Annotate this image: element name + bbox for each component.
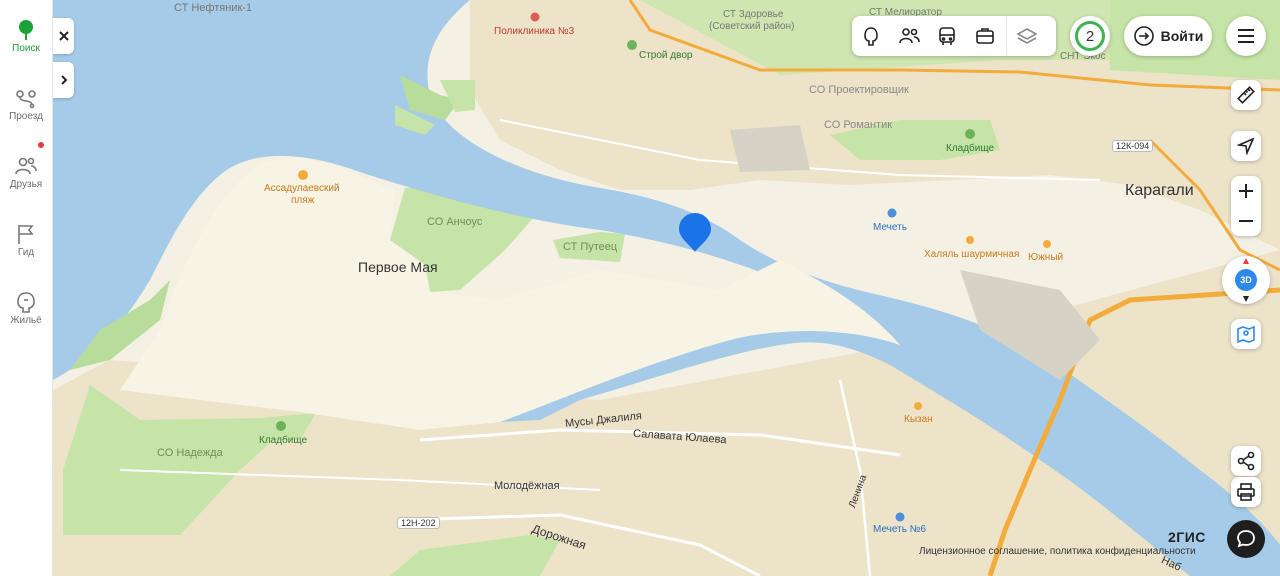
notifications-badge[interactable]: 2 — [1070, 16, 1110, 56]
sidebar-item-housing[interactable]: Жильё — [0, 290, 52, 326]
map-label: Строй двор — [639, 50, 693, 61]
map-label: СТ Здоровье — [723, 9, 784, 20]
3d-label: 3D — [1235, 269, 1257, 291]
compass-3d-button[interactable]: 3D — [1222, 256, 1270, 304]
chevron-right-icon — [60, 75, 67, 85]
share-button[interactable] — [1231, 446, 1261, 476]
navigation-arrow-icon — [1237, 137, 1255, 155]
attractions-button[interactable] — [852, 16, 890, 56]
flag-icon — [18, 225, 34, 244]
sidebar-item-friends[interactable]: Друзья — [0, 154, 52, 190]
business-button[interactable] — [966, 16, 1004, 56]
category-toolbar — [852, 16, 1056, 56]
notification-dot — [38, 142, 44, 148]
sidebar: Поиск Проезд Друзья Гид Жильё — [0, 0, 53, 576]
map-label: СО Проектировщик — [809, 84, 909, 96]
map-label: 12Н-202 — [397, 517, 440, 529]
map-label: (Советский район) — [709, 21, 795, 32]
hamburger-icon — [1238, 29, 1254, 43]
printer-icon — [1237, 483, 1255, 501]
map-label: Мечеть — [873, 222, 907, 233]
close-panel-button[interactable] — [53, 18, 74, 54]
close-icon — [58, 31, 69, 41]
sidebar-item-search[interactable]: Поиск — [0, 18, 52, 54]
map-label: 12К-094 — [1112, 140, 1154, 152]
sidebar-item-label: Гид — [17, 247, 35, 258]
minus-icon — [1239, 220, 1253, 222]
sidebar-item-label: Поиск — [12, 43, 40, 54]
sidebar-item-label: Проезд — [9, 111, 43, 122]
bookmarks-button[interactable] — [1231, 319, 1261, 349]
map-label: СТ Путеец — [563, 241, 618, 253]
map-label: СО Романтик — [824, 119, 893, 131]
map-label: Кладбище — [259, 435, 308, 446]
layers-icon — [1016, 28, 1038, 44]
map-label: Карагали — [1125, 182, 1194, 199]
people-icon — [899, 28, 920, 44]
sidebar-item-route[interactable]: Проезд — [0, 86, 52, 122]
map-canvas[interactable]: СТ Нефтяник-1 Поликлиника №3 Строй двор … — [53, 0, 1280, 576]
login-icon — [1133, 26, 1154, 46]
chat-button[interactable] — [1227, 520, 1265, 558]
menu-button[interactable] — [1226, 16, 1266, 56]
housing-icon — [17, 292, 35, 313]
layers-button[interactable] — [1007, 16, 1047, 56]
bus-icon — [939, 27, 955, 45]
briefcase-icon — [976, 28, 994, 44]
sidebar-item-guide[interactable]: Гид — [0, 222, 52, 258]
search-tree-icon — [19, 20, 33, 40]
map-label: Поликлиника №3 — [494, 26, 575, 37]
chat-bubble-icon — [1237, 530, 1255, 548]
map-label: Кладбище — [946, 143, 995, 154]
route-icon — [16, 90, 36, 109]
map-label: Халяль шаурмичная — [924, 249, 1020, 260]
expand-panel-button[interactable] — [53, 62, 74, 98]
license-link[interactable]: Лицензионное соглашение, политика конфид… — [919, 546, 1196, 557]
map-label: Молодёжная — [494, 480, 560, 492]
map-graphics — [53, 0, 1280, 576]
friends-icon — [15, 157, 37, 175]
brand-logo: 2ГИС — [1168, 529, 1206, 545]
my-location-button[interactable] — [1231, 131, 1261, 161]
map-label: Первое Мая — [358, 259, 438, 275]
map-pin-icon — [1237, 325, 1255, 344]
sidebar-item-label: Жильё — [10, 315, 42, 326]
print-button[interactable] — [1231, 477, 1261, 507]
map-label: СТ Нефтяник-1 — [174, 2, 253, 14]
map-label: СО Надежда — [157, 447, 223, 459]
login-button[interactable]: Войти — [1124, 16, 1212, 56]
zoom-out-button[interactable] — [1238, 206, 1254, 236]
sidebar-item-label: Друзья — [9, 179, 43, 190]
map-label: Южный — [1028, 252, 1064, 263]
map-label: пляж — [291, 195, 315, 206]
friends-button[interactable] — [890, 16, 928, 56]
map-label: Кызан — [904, 414, 933, 425]
zoom-controls — [1231, 176, 1261, 236]
map-label: Ассадулаевский — [264, 183, 340, 194]
zoom-in-button[interactable] — [1238, 176, 1254, 206]
ruler-icon — [1237, 86, 1255, 104]
share-icon — [1237, 451, 1255, 471]
ruler-button[interactable] — [1231, 80, 1261, 110]
transport-button[interactable] — [928, 16, 966, 56]
notifications-count: 2 — [1075, 21, 1105, 51]
map-label: СО Анчоус — [427, 216, 483, 228]
tree-icon — [864, 27, 878, 46]
map-label: Мечеть №6 — [873, 524, 926, 535]
login-label: Войти — [1160, 28, 1204, 44]
plus-icon — [1239, 184, 1253, 198]
